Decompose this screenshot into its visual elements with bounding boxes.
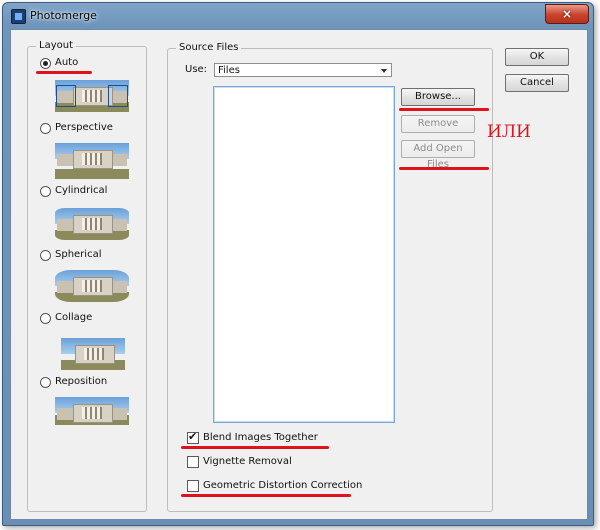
radio-perspective-label[interactable]: Perspective [55, 122, 113, 133]
auto-preview-image [55, 80, 129, 112]
perspective-preview-image [55, 143, 129, 179]
photomerge-window: Photomerge × Layout Auto Perspective Cyl… [2, 2, 594, 526]
cylindrical-preview-image [55, 208, 129, 240]
annotation-text: ИЛИ [487, 122, 531, 142]
radio-reposition[interactable] [40, 377, 51, 388]
vignette-removal-label[interactable]: Vignette Removal [203, 456, 292, 467]
highlight-underline-add-open [399, 167, 489, 170]
geometric-distortion-checkbox[interactable] [187, 480, 199, 492]
vignette-removal-checkbox[interactable] [187, 456, 199, 468]
source-files-group-label: Source Files [176, 42, 242, 53]
layout-group-label: Layout [36, 40, 76, 51]
remove-button[interactable]: Remove [401, 115, 475, 133]
radio-spherical-label[interactable]: Spherical [55, 249, 101, 260]
radio-reposition-label[interactable]: Reposition [55, 376, 107, 387]
window-title: Photomerge [30, 9, 97, 22]
radio-collage[interactable] [40, 313, 51, 324]
use-label: Use: [185, 64, 208, 75]
source-files-list[interactable] [213, 86, 395, 423]
geometric-distortion-label[interactable]: Geometric Distortion Correction [203, 480, 362, 491]
dropdown-arrow-icon [381, 69, 387, 73]
highlight-underline-browse [399, 108, 489, 111]
radio-auto[interactable] [40, 58, 51, 69]
use-select-value: Files [218, 65, 240, 76]
highlight-underline-blend [181, 446, 329, 449]
blend-images-checkbox[interactable] [187, 430, 199, 444]
ok-button[interactable]: OK [505, 48, 569, 66]
blend-images-label[interactable]: Blend Images Together [203, 432, 318, 443]
highlight-underline-geometric [181, 494, 351, 497]
app-icon [11, 9, 26, 24]
spherical-preview-image [55, 270, 129, 302]
collage-preview-image [61, 338, 125, 370]
title-bar[interactable]: Photomerge × [3, 3, 593, 29]
cancel-button[interactable]: Cancel [505, 74, 569, 92]
radio-cylindrical-label[interactable]: Cylindrical [55, 185, 107, 196]
highlight-underline-auto [36, 71, 92, 74]
dialog-client-area: Layout Auto Perspective Cylindrical Sphe… [10, 29, 588, 520]
use-select[interactable]: Files [214, 63, 392, 77]
browse-button[interactable]: Browse... [401, 88, 475, 106]
radio-perspective[interactable] [40, 123, 51, 134]
add-open-files-button[interactable]: Add Open Files [401, 140, 475, 170]
radio-cylindrical[interactable] [40, 186, 51, 197]
radio-collage-label[interactable]: Collage [55, 312, 92, 323]
radio-auto-label[interactable]: Auto [55, 57, 78, 68]
close-icon[interactable]: × [545, 4, 589, 24]
reposition-preview-image [55, 397, 129, 425]
radio-spherical[interactable] [40, 250, 51, 261]
